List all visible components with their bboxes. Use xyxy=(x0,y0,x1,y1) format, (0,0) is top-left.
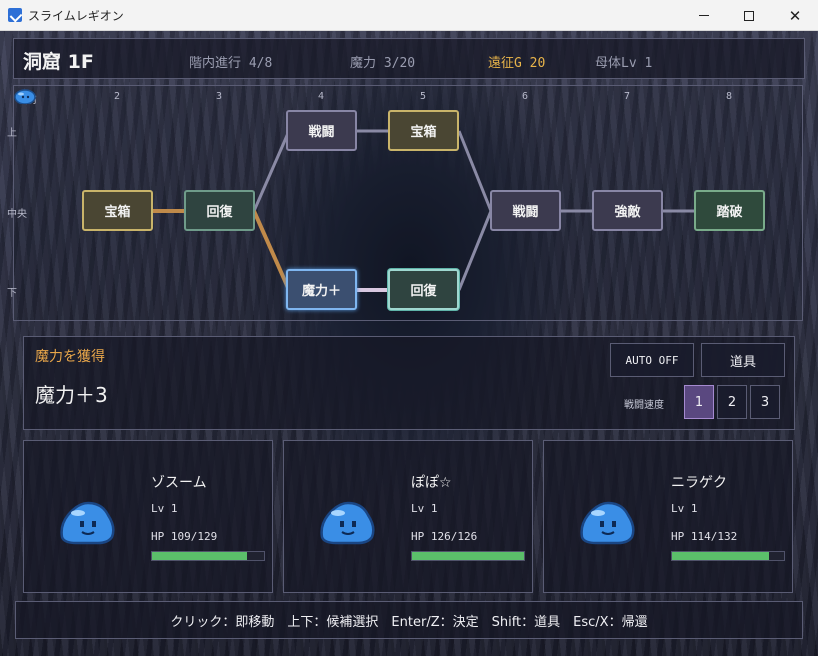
speed-button-2[interactable]: 2 xyxy=(717,385,747,419)
member-level: Lv 1 xyxy=(411,502,438,515)
column-label: 2 xyxy=(114,91,121,102)
row-label-bottom: 下 xyxy=(7,288,17,299)
slime-icon xyxy=(320,501,375,545)
close-icon: ✕ xyxy=(788,6,802,25)
map-node-battle[interactable]: 戦闘 xyxy=(286,110,357,151)
map-node-treasure[interactable]: 宝箱 xyxy=(82,190,153,231)
party-card[interactable]: ぽぽ☆ Lv 1 HP 126/126 xyxy=(283,440,533,593)
member-name: ニラゲク xyxy=(671,475,727,491)
hp-bar-fill xyxy=(412,552,524,560)
controls-help-bar: クリック：即移動 上下：候補選択 Enter/Z：決定 Shift：道具 Esc… xyxy=(15,601,803,639)
party-card[interactable]: ゾスーム Lv 1 HP 109/129 xyxy=(23,440,273,593)
map-node-strong-enemy[interactable]: 強敵 xyxy=(592,190,663,231)
member-name: ゾスーム xyxy=(151,475,207,491)
hp-bar-fill xyxy=(152,552,247,560)
hp-bar xyxy=(671,551,785,561)
node-label: 魔力＋ xyxy=(301,284,341,299)
item-button[interactable]: 道具 xyxy=(701,343,785,377)
event-panel: 魔力を獲得 魔力＋3 AUTO OFF 道具 戦闘速度 1 2 3 xyxy=(23,336,795,430)
map-node-heal-selected[interactable]: 回復 xyxy=(388,269,459,310)
expedition-gold: 遠征G 20 xyxy=(488,56,546,71)
member-hp: HP 114/132 xyxy=(671,530,738,543)
path-line xyxy=(457,210,493,291)
status-header: 洞窟 1F 階内進行 4/8 魔力 3/20 遠征G 20 母体Lv 1 xyxy=(13,38,805,79)
hp-bar xyxy=(151,551,265,561)
column-label: 8 xyxy=(726,91,733,102)
row-label-middle: 中央 xyxy=(7,209,27,220)
member-hp: HP 109/129 xyxy=(151,530,218,543)
node-label: 回復 xyxy=(410,284,437,299)
event-title: 魔力を獲得 xyxy=(35,349,105,365)
node-label: 踏破 xyxy=(716,205,743,220)
app-icon xyxy=(8,8,22,22)
party-card[interactable]: ニラゲク Lv 1 HP 114/132 xyxy=(543,440,793,593)
floor-progress: 階内進行 4/8 xyxy=(189,56,273,71)
floor-title: 洞窟 1F xyxy=(23,51,94,73)
window-title: スライムレギオン xyxy=(28,9,124,23)
window-titlebar: スライムレギオン ✕ xyxy=(0,0,818,31)
column-label: 4 xyxy=(318,91,325,102)
node-label: 宝箱 xyxy=(104,205,131,220)
column-label: 6 xyxy=(522,91,529,102)
mother-level: 母体Lv 1 xyxy=(595,56,653,71)
column-label: 5 xyxy=(420,91,427,102)
node-label: 宝箱 xyxy=(410,125,437,140)
hp-bar xyxy=(411,551,525,561)
dungeon-map: ◀前 2 3 4 5 6 7 8 上 中央 下 宝箱 回復 戦闘 宝箱 魔力＋ … xyxy=(7,85,803,321)
node-label: 戦闘 xyxy=(512,205,539,220)
slime-icon xyxy=(14,89,36,104)
path-line xyxy=(252,210,291,291)
hp-bar-fill xyxy=(672,552,769,560)
event-text: 魔力＋3 xyxy=(35,383,108,407)
auto-toggle-button[interactable]: AUTO OFF xyxy=(610,343,694,377)
node-label: 回復 xyxy=(206,205,233,220)
node-label: 戦闘 xyxy=(308,125,335,140)
maximize-icon xyxy=(744,10,754,21)
column-label: 7 xyxy=(624,91,631,102)
minimize-icon xyxy=(699,15,709,16)
speed-button-1[interactable]: 1 xyxy=(684,385,714,419)
node-label: 強敵 xyxy=(614,205,641,220)
map-node-heal[interactable]: 回復 xyxy=(184,190,255,231)
path-line xyxy=(252,130,291,212)
slime-icon xyxy=(60,501,115,545)
map-node-mana-current[interactable]: 魔力＋ xyxy=(286,269,357,310)
close-button[interactable]: ✕ xyxy=(772,0,818,31)
member-name: ぽぽ☆ xyxy=(411,475,452,491)
column-label: 3 xyxy=(216,91,223,102)
map-node-battle[interactable]: 戦闘 xyxy=(490,190,561,231)
slime-icon xyxy=(580,501,635,545)
speed-button-3[interactable]: 3 xyxy=(750,385,780,419)
map-node-clear[interactable]: 踏破 xyxy=(694,190,765,231)
path-line xyxy=(457,130,493,212)
battle-speed-label: 戦闘速度 xyxy=(624,400,664,411)
minimize-button[interactable] xyxy=(681,0,727,31)
member-level: Lv 1 xyxy=(151,502,178,515)
row-label-top: 上 xyxy=(7,128,17,139)
maximize-button[interactable] xyxy=(726,0,772,31)
mana-counter: 魔力 3/20 xyxy=(350,56,416,71)
game-screen: 洞窟 1F 階内進行 4/8 魔力 3/20 遠征G 20 母体Lv 1 ◀前 … xyxy=(0,31,818,656)
map-node-treasure[interactable]: 宝箱 xyxy=(388,110,459,151)
member-level: Lv 1 xyxy=(671,502,698,515)
member-hp: HP 126/126 xyxy=(411,530,478,543)
